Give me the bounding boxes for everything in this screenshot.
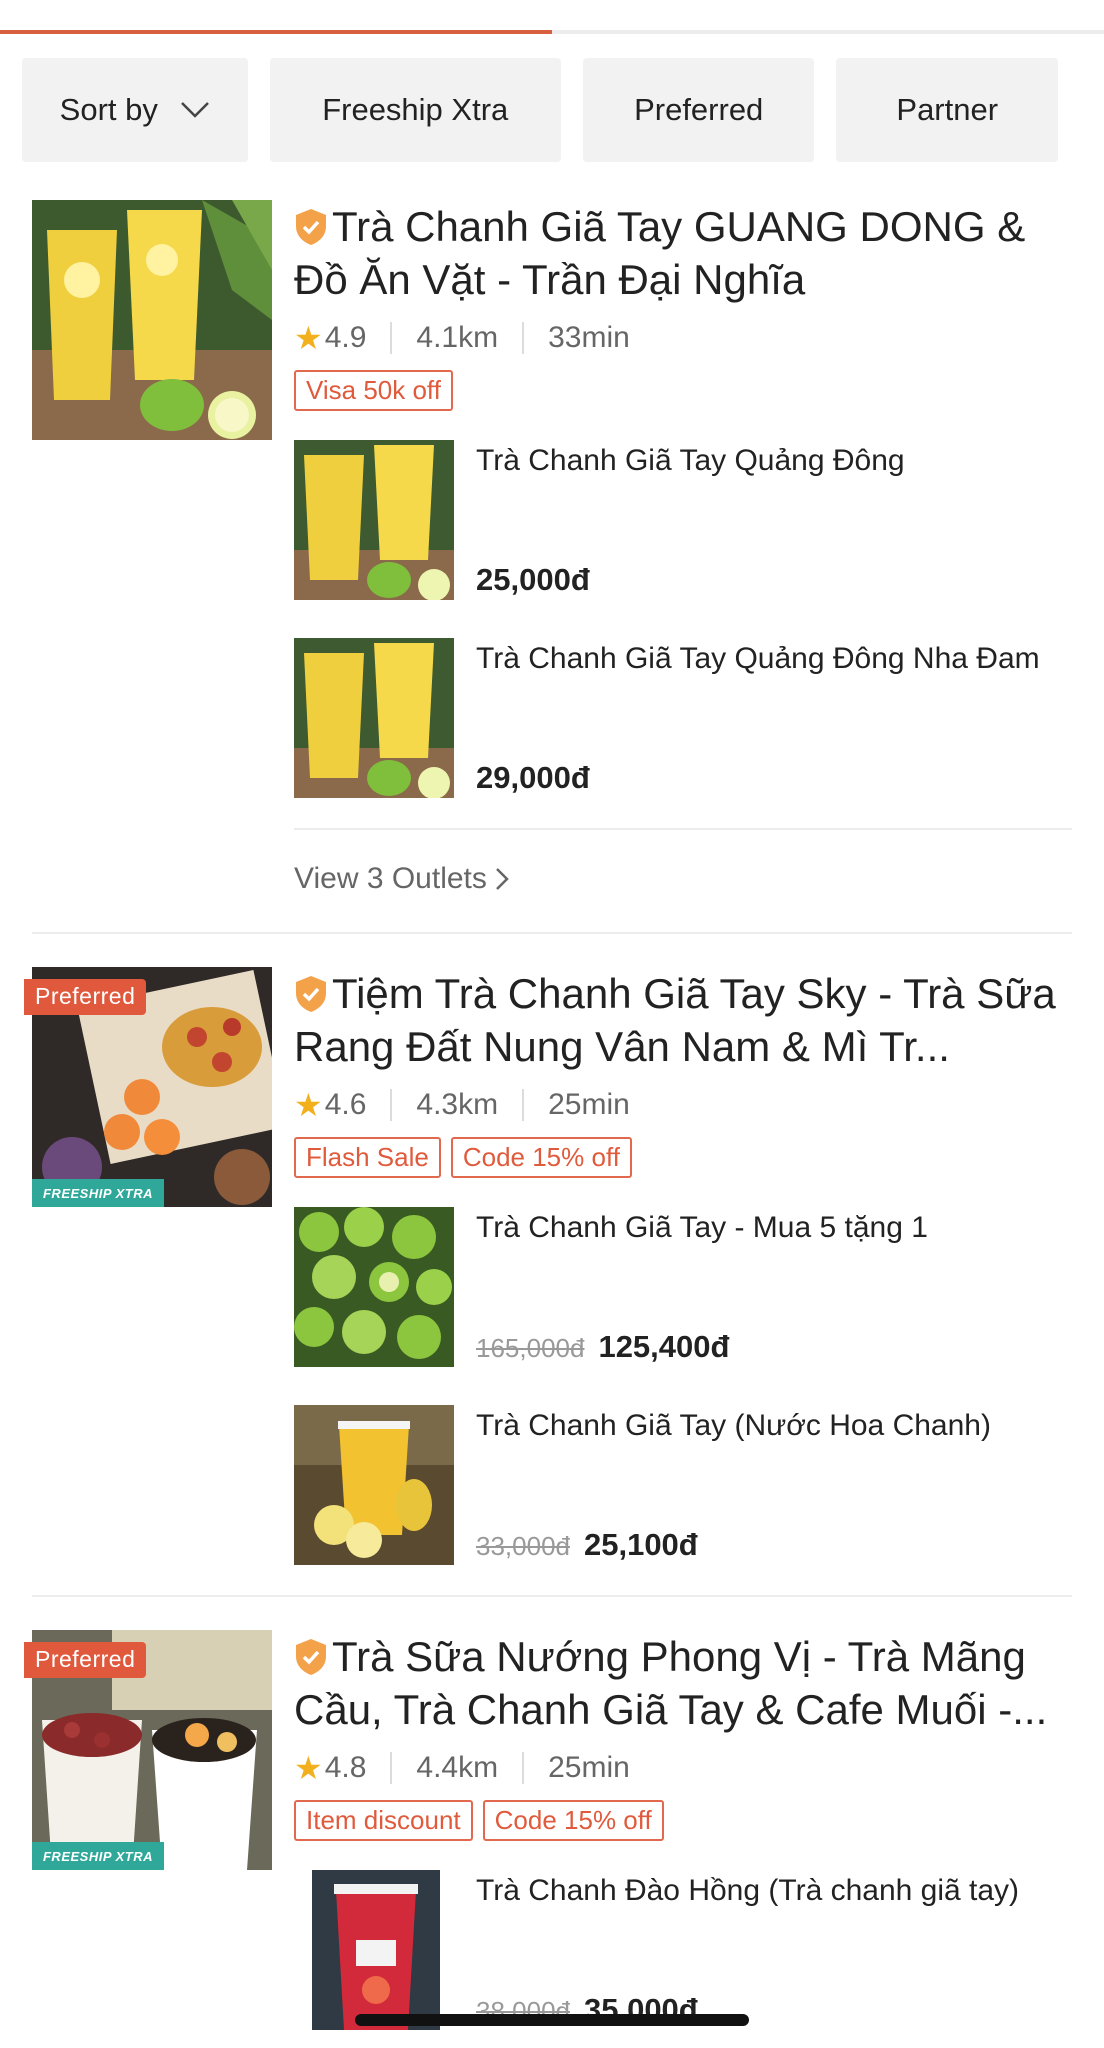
dish-item[interactable]: Trà Chanh Giã Tay (Nước Hoa Chanh) 33,00… bbox=[294, 1405, 1072, 1565]
promo-tag: Code 15% off bbox=[450, 1137, 632, 1178]
distance: 4.4km bbox=[416, 1751, 499, 1784]
dish-price: 25,000đ bbox=[476, 562, 590, 598]
divider bbox=[522, 322, 525, 354]
dish-name: Trà Chanh Giã Tay - Mua 5 tặng 1 bbox=[476, 1211, 928, 1244]
restaurant-meta: ★ 4.8 4.4km 25min bbox=[294, 1748, 1072, 1788]
delivery-time: 33min bbox=[548, 321, 630, 354]
rating: 4.8 bbox=[324, 1751, 367, 1784]
restaurant-title: Trà Sữa Nướng Phong Vị - Trà Mãng Cầu, T… bbox=[294, 1630, 1072, 1736]
restaurant-title-text: Trà Sữa Nướng Phong Vị - Trà Mãng Cầu, T… bbox=[294, 1633, 1048, 1733]
divider bbox=[522, 1752, 525, 1784]
promo-tag: Item discount bbox=[294, 1800, 473, 1841]
partner-label: Partner bbox=[896, 92, 999, 127]
promo-tags: Flash Sale Code 15% off bbox=[294, 1137, 1072, 1178]
dish-image bbox=[294, 1207, 454, 1367]
preferred-filter[interactable]: Preferred bbox=[582, 58, 815, 162]
star-icon: ★ bbox=[294, 1750, 323, 1786]
partner-filter[interactable]: Partner bbox=[836, 58, 1058, 162]
dish-price: 165,000đ 125,400đ bbox=[476, 1329, 729, 1365]
promo-tag: Visa 50k off bbox=[294, 370, 453, 411]
divider bbox=[390, 1089, 393, 1121]
rating: 4.6 bbox=[324, 1088, 367, 1121]
dish-image bbox=[294, 638, 454, 798]
distance: 4.3km bbox=[416, 1088, 499, 1121]
dish-image bbox=[294, 1870, 454, 2030]
freeship-xtra-filter[interactable]: Freeship Xtra bbox=[269, 58, 561, 162]
view-outlets-link[interactable]: View 3 Outlets bbox=[294, 862, 509, 896]
divider bbox=[294, 828, 1072, 830]
dish-image bbox=[294, 1405, 454, 1565]
divider bbox=[390, 1752, 393, 1784]
rating: 4.9 bbox=[324, 321, 367, 354]
star-icon: ★ bbox=[294, 1087, 323, 1123]
restaurant-title: Trà Chanh Giã Tay GUANG DONG & Đồ Ăn Vặt… bbox=[294, 200, 1072, 306]
dish-item[interactable]: Trà Chanh Đào Hồng (Trà chanh giã tay) 3… bbox=[294, 1870, 1072, 2030]
card-divider bbox=[32, 1595, 1072, 1597]
dish-name: Trà Chanh Giã Tay Quảng Đông Nha Đam bbox=[476, 642, 1040, 675]
chevron-down-icon bbox=[180, 102, 209, 118]
promo-tags: Visa 50k off bbox=[294, 370, 1072, 411]
price: 25,000đ bbox=[476, 562, 590, 597]
home-indicator[interactable] bbox=[355, 2014, 749, 2026]
chevron-right-icon bbox=[496, 868, 509, 890]
delivery-time: 25min bbox=[548, 1751, 630, 1784]
price: 29,000đ bbox=[476, 760, 590, 795]
restaurant-title-text: Trà Chanh Giã Tay GUANG DONG & Đồ Ăn Vặt… bbox=[294, 203, 1026, 303]
dish-item[interactable]: Trà Chanh Giã Tay - Mua 5 tặng 1 165,000… bbox=[294, 1207, 1072, 1367]
freeship-xtra-badge: FREESHIP XTRA bbox=[32, 1179, 164, 1207]
dish-price: 33,000đ 25,100đ bbox=[476, 1527, 698, 1563]
verified-shield-icon bbox=[296, 209, 326, 245]
original-price: 33,000đ bbox=[476, 1531, 570, 1561]
restaurant-title-text: Tiệm Trà Chanh Giã Tay Sky - Trà Sữa Ran… bbox=[294, 970, 1056, 1070]
distance: 4.1km bbox=[416, 321, 499, 354]
freeship-xtra-label: Freeship Xtra bbox=[322, 92, 509, 127]
dish-item[interactable]: Trà Chanh Giã Tay Quảng Đông 25,000đ bbox=[294, 440, 1072, 600]
restaurant-meta: ★ 4.6 4.3km 25min bbox=[294, 1085, 1072, 1125]
dish-item[interactable]: Trà Chanh Giã Tay Quảng Đông Nha Đam 29,… bbox=[294, 638, 1072, 798]
restaurant-meta: ★ 4.9 4.1km 33min bbox=[294, 318, 1072, 358]
dish-name: Trà Chanh Đào Hồng (Trà chanh giã tay) bbox=[476, 1874, 1020, 1907]
price: 25,100đ bbox=[583, 1527, 698, 1562]
dish-image bbox=[294, 440, 454, 600]
price: 125,400đ bbox=[598, 1329, 730, 1364]
filter-bar: Sort by Freeship Xtra Preferred Partner bbox=[22, 58, 1058, 162]
tab-progress-indicator bbox=[0, 30, 552, 34]
preferred-badge: Preferred bbox=[24, 979, 147, 1015]
preferred-label: Preferred bbox=[634, 92, 764, 127]
dish-name: Trà Chanh Giã Tay (Nước Hoa Chanh) bbox=[476, 1409, 991, 1442]
freeship-xtra-badge: FREESHIP XTRA bbox=[32, 1842, 164, 1870]
restaurant-thumbnail bbox=[32, 200, 272, 440]
divider bbox=[390, 322, 393, 354]
dish-list: Trà Chanh Giã Tay - Mua 5 tặng 1 165,000… bbox=[294, 1207, 1072, 1603]
view-outlets-label: View 3 Outlets bbox=[294, 862, 487, 895]
promo-tags: Item discount Code 15% off bbox=[294, 1800, 1072, 1841]
card-divider bbox=[32, 932, 1072, 934]
tab-progress-track bbox=[0, 30, 1104, 34]
sort-by-label: Sort by bbox=[59, 92, 158, 127]
star-icon: ★ bbox=[294, 320, 323, 356]
verified-shield-icon bbox=[296, 1639, 326, 1675]
promo-tag: Flash Sale bbox=[294, 1137, 441, 1178]
preferred-badge: Preferred bbox=[24, 1642, 147, 1678]
divider bbox=[522, 1089, 525, 1121]
verified-shield-icon bbox=[296, 976, 326, 1012]
delivery-time: 25min bbox=[548, 1088, 630, 1121]
original-price: 165,000đ bbox=[476, 1333, 585, 1363]
restaurant-title: Tiệm Trà Chanh Giã Tay Sky - Trà Sữa Ran… bbox=[294, 967, 1072, 1073]
sort-by-button[interactable]: Sort by bbox=[22, 58, 248, 162]
promo-tag: Code 15% off bbox=[482, 1800, 664, 1841]
dish-price: 29,000đ bbox=[476, 760, 590, 796]
dish-name: Trà Chanh Giã Tay Quảng Đông bbox=[476, 444, 905, 477]
dish-list: Trà Chanh Giã Tay Quảng Đông 25,000đ Trà… bbox=[294, 440, 1072, 836]
